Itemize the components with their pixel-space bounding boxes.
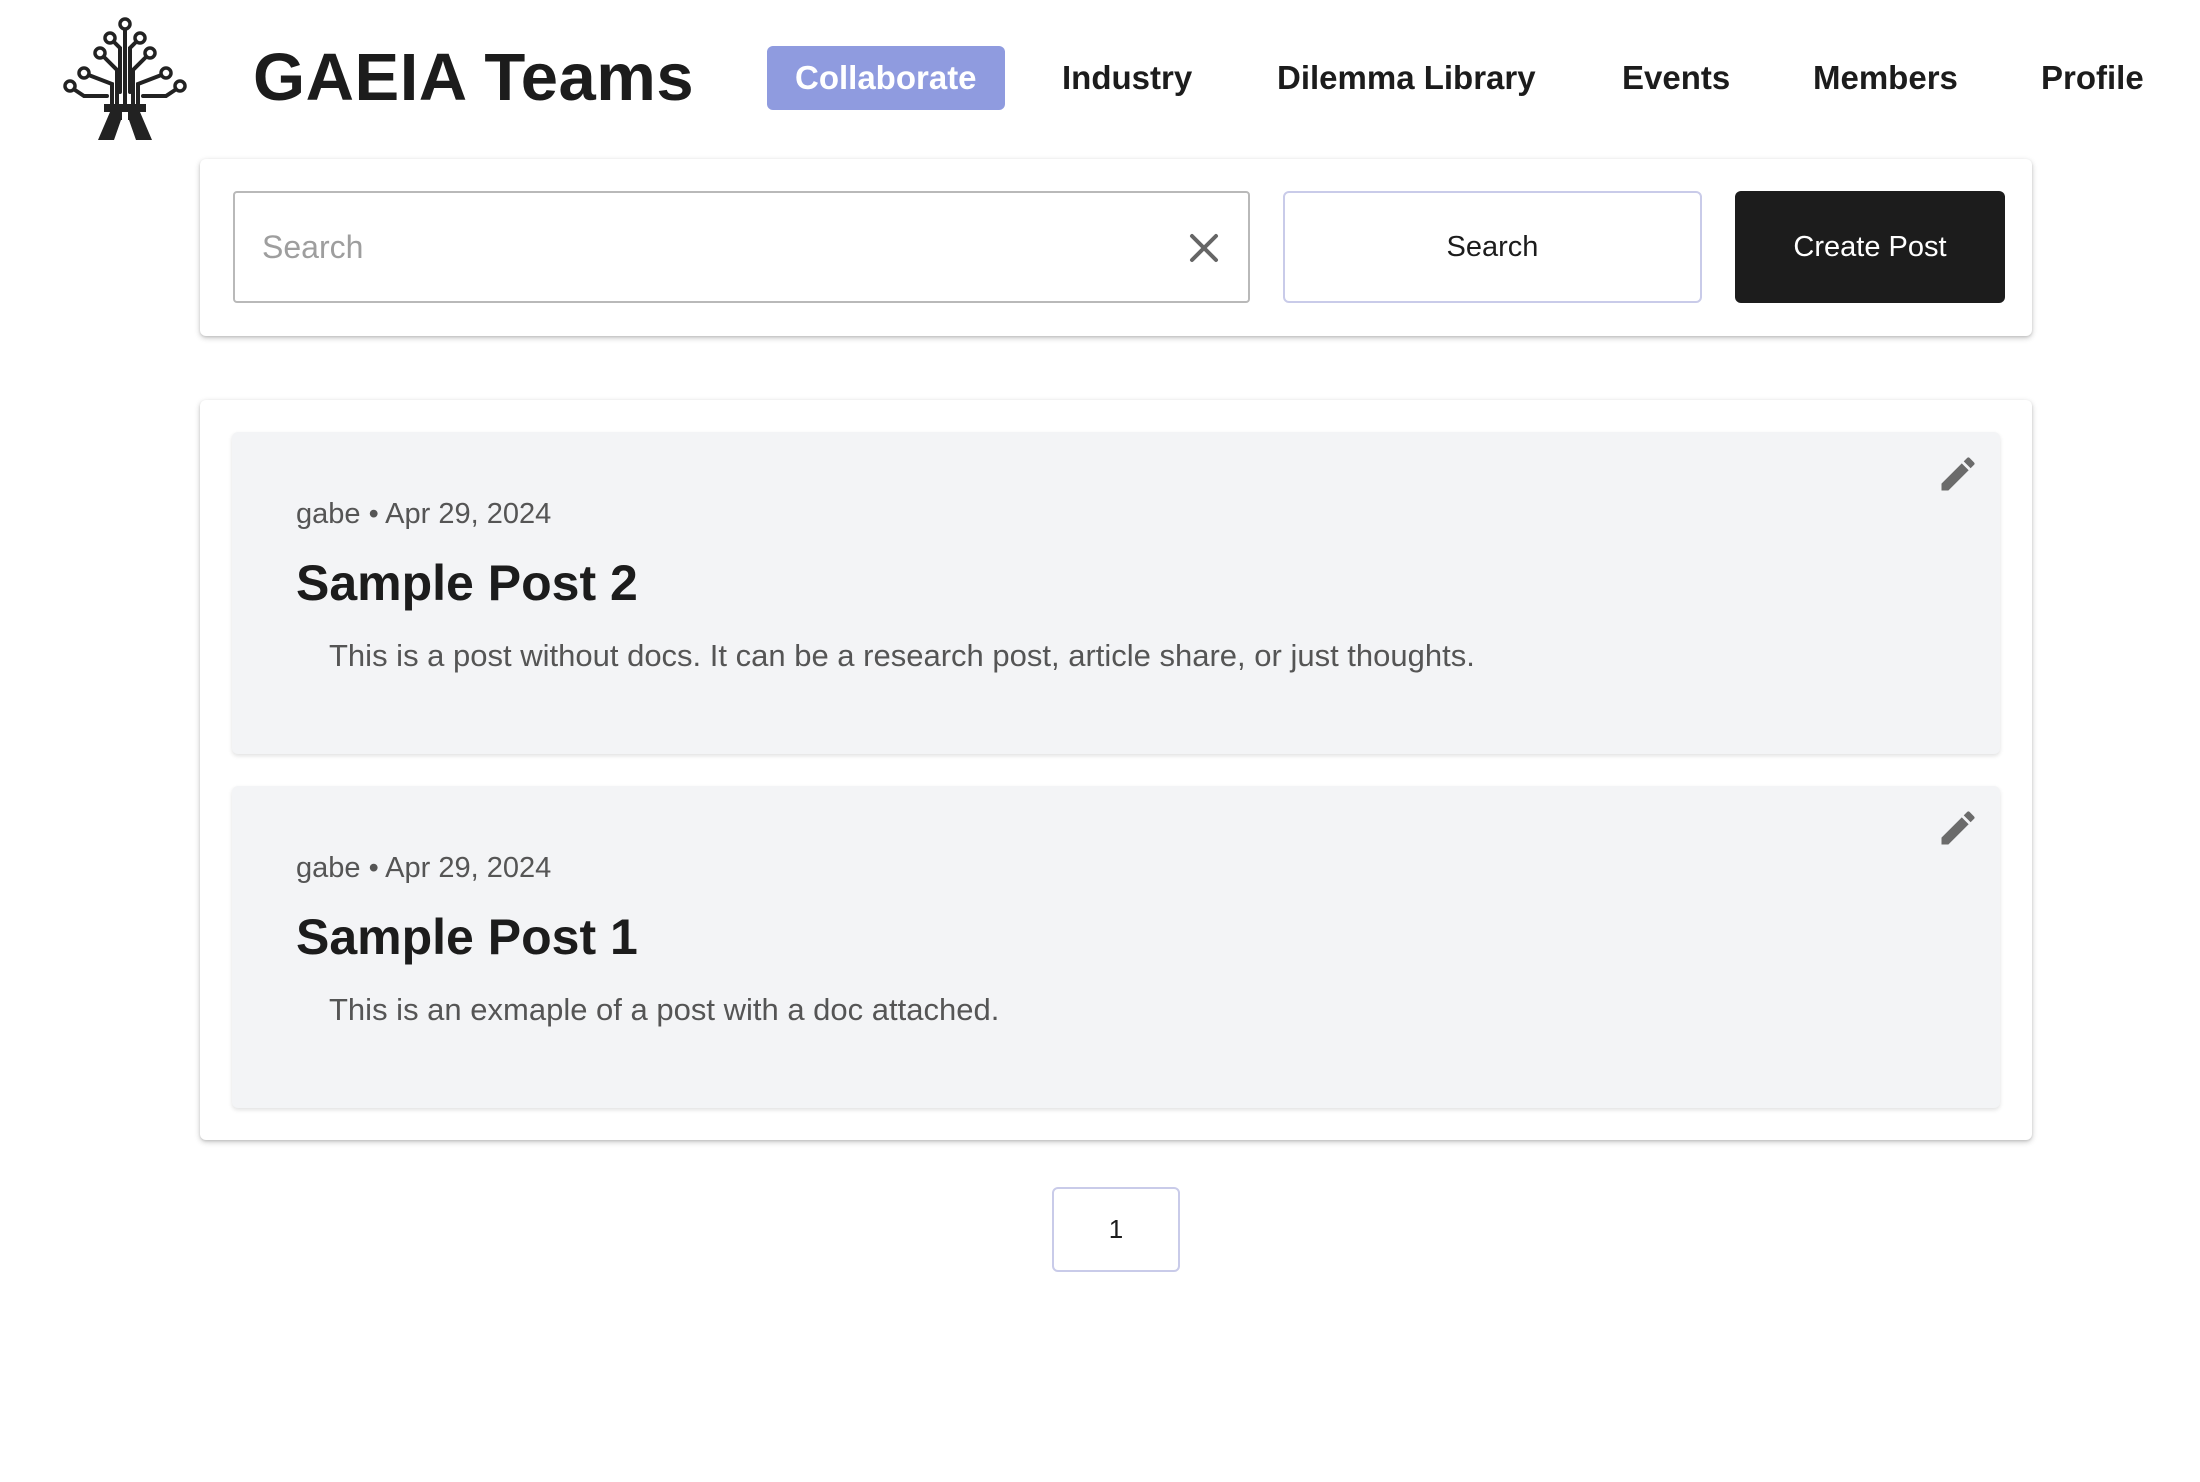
post-title: Sample Post 2 [296,555,638,611]
pencil-icon[interactable] [1936,806,1980,850]
search-field [233,191,1250,303]
search-button[interactable]: Search [1283,191,1702,303]
post-meta: gabe • Apr 29, 2024 [296,852,552,884]
nav-collaborate[interactable]: Collaborate [767,46,1005,110]
close-icon[interactable] [1186,230,1222,266]
post-card[interactable]: gabe • Apr 29, 2024 Sample Post 1 This i… [232,786,2000,1108]
create-post-button[interactable]: Create Post [1735,191,2005,303]
search-input[interactable] [235,193,1248,301]
brand-title: GAEIA Teams [253,40,695,115]
nav-dilemma-library[interactable]: Dilemma Library [1277,46,1536,110]
top-header: GAEIA Teams Collaborate Industry Dilemma… [0,0,2200,156]
page-button-1[interactable]: 1 [1052,1187,1180,1272]
post-title: Sample Post 1 [296,909,638,965]
post-body: This is a post without docs. It can be a… [329,638,1475,673]
nav-profile[interactable]: Profile [2041,46,2144,110]
post-list: gabe • Apr 29, 2024 Sample Post 2 This i… [200,400,2032,1140]
pencil-icon[interactable] [1936,452,1980,496]
nav-events[interactable]: Events [1622,46,1730,110]
gaeia-logo-icon[interactable] [62,12,188,140]
post-meta: gabe • Apr 29, 2024 [296,498,552,530]
nav-members[interactable]: Members [1813,46,1958,110]
post-body: This is an exmaple of a post with a doc … [329,992,1000,1027]
search-panel: Search Create Post [200,159,2032,336]
nav-industry[interactable]: Industry [1062,46,1192,110]
post-card[interactable]: gabe • Apr 29, 2024 Sample Post 2 This i… [232,432,2000,754]
